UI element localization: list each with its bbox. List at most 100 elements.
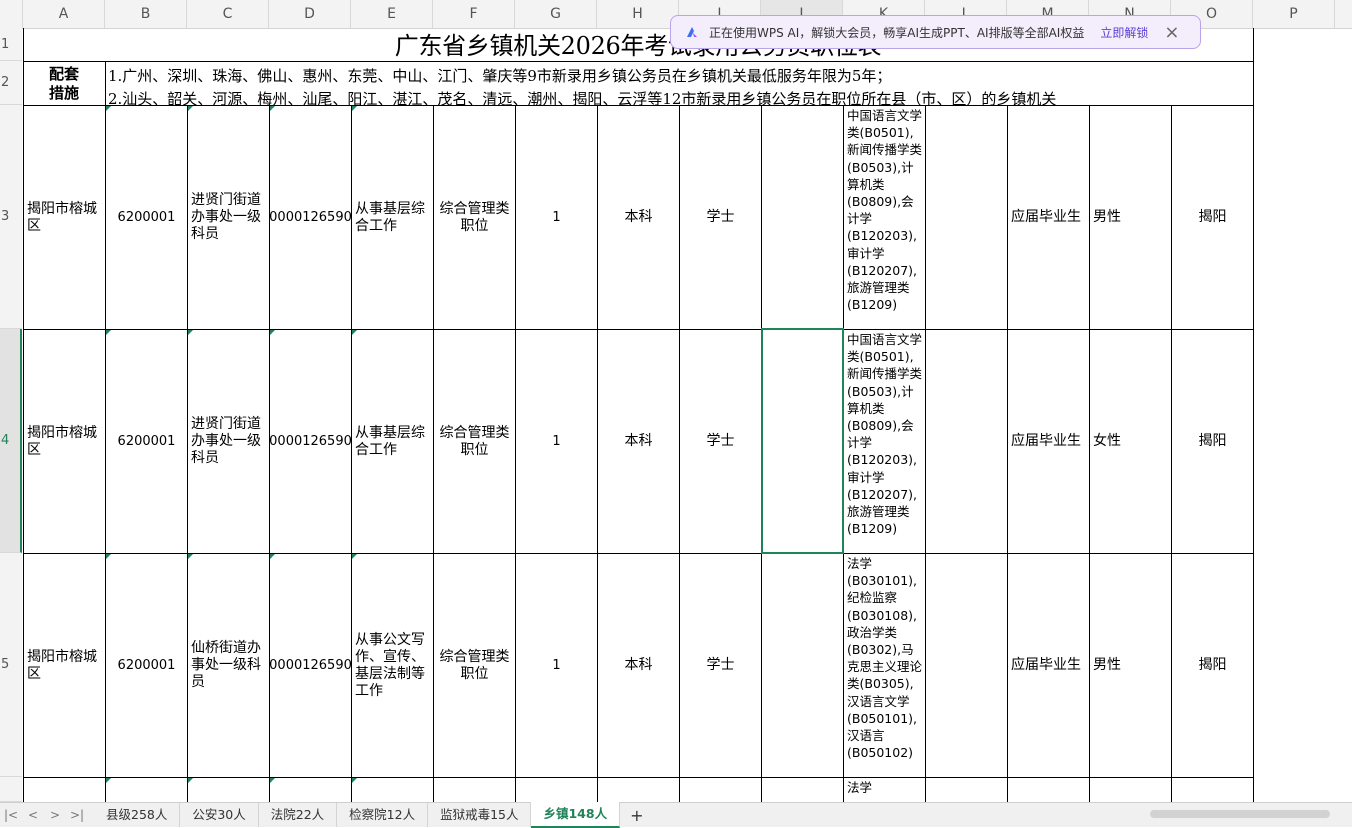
row-header-1[interactable]: 1 [0,28,22,61]
grid-line [23,61,1253,62]
number-as-text-indicator [106,554,111,559]
add-sheet-icon[interactable]: + [620,806,653,825]
cell-l5[interactable] [926,554,1007,777]
cell-e3[interactable]: 从事基层综合工作 [352,106,433,329]
cell-f3[interactable]: 综合管理类职位 [434,106,515,329]
column-header-g[interactable]: G [515,0,597,28]
tab-prison[interactable]: 监狱戒毒15人 [428,803,532,827]
number-as-text-indicator [188,106,193,111]
cell-h3[interactable]: 本科 [598,106,679,329]
number-as-text-indicator [352,554,357,559]
number-as-text-indicator [106,778,111,783]
last-sheet-icon[interactable]: >| [66,808,88,822]
unlock-link[interactable]: 立即解锁 [1100,24,1148,41]
cell-n4[interactable]: 女性 [1090,330,1171,553]
cell-e4[interactable]: 从事基层综合工作 [352,330,433,553]
cell-m4[interactable]: 应届毕业生 [1008,330,1089,553]
cell-g3[interactable]: 1 [516,106,597,329]
column-header-d[interactable]: D [269,0,351,28]
column-header-f[interactable]: F [433,0,515,28]
cell-b4[interactable]: 6200001 [106,330,187,553]
number-as-text-indicator [106,106,111,111]
number-as-text-indicator [270,554,275,559]
cell-j5[interactable] [762,554,843,777]
tab-court[interactable]: 法院22人 [259,803,338,827]
cell-a4[interactable]: 揭阳市榕城区 [24,330,105,553]
cell-f5[interactable]: 综合管理类职位 [434,554,515,777]
cell-o5[interactable]: 揭阳 [1172,554,1253,777]
cell-f4[interactable]: 综合管理类职位 [434,330,515,553]
measures-label[interactable]: 配套 措施 [24,64,104,104]
cell-d3[interactable]: 62000012659001 [270,106,351,329]
wps-ai-banner: 正在使用WPS AI，解锁大会员，畅享AI生成PPT、AI排版等全部AI权益 立… [670,15,1201,49]
cell-j3[interactable] [762,106,843,329]
column-header-a[interactable]: A [23,0,105,28]
cell-d5[interactable]: 62000012659003 [270,554,351,777]
cell-m3[interactable]: 应届毕业生 [1008,106,1089,329]
measures-label-line2: 措施 [48,84,79,102]
cell-c3[interactable]: 进贤门街道办事处一级科员 [188,106,269,329]
column-header-c[interactable]: C [187,0,269,28]
column-header-p[interactable]: P [1253,0,1335,28]
cell-i4[interactable]: 学士 [680,330,761,553]
cell-e5[interactable]: 从事公文写作、宣传、基层法制等工作 [352,554,433,777]
number-as-text-indicator [188,554,193,559]
measures-label-line1: 配套 [48,65,79,83]
cell-c5[interactable]: 仙桥街道办事处一级科员 [188,554,269,777]
column-header-h[interactable]: H [597,0,679,28]
cell-k4[interactable]: 中国语言文学类(B0501),新闻传播学类(B0503),计算机类(B0809)… [844,330,925,553]
number-as-text-indicator [188,330,193,335]
tab-procuratorate[interactable]: 检察院12人 [337,803,429,827]
grid-line [23,777,1253,778]
number-as-text-indicator [270,106,275,111]
cell-n3[interactable]: 男性 [1090,106,1171,329]
first-sheet-icon[interactable]: |< [0,808,22,822]
row-header-3[interactable]: 3 [0,105,22,329]
measures-line-2[interactable]: 2.汕头、韶关、河源、梅州、汕尾、阳江、湛江、茂名、清远、潮州、揭阳、云浮等12… [108,88,1248,105]
column-header-b[interactable]: B [105,0,187,28]
number-as-text-indicator [352,106,357,111]
selected-cell-J4[interactable] [761,328,844,554]
cell-g4[interactable]: 1 [516,330,597,553]
prev-sheet-icon[interactable]: < [22,808,44,822]
cell-l4[interactable] [926,330,1007,553]
measures-line-1[interactable]: 1.广州、深圳、珠海、佛山、惠州、东莞、中山、江门、肇庆等9市新录用乡镇公务员在… [108,65,1248,86]
cell-a5[interactable]: 揭阳市榕城区 [24,554,105,777]
cell-l3[interactable] [926,106,1007,329]
wps-ai-logo-icon [687,27,697,37]
cell-b3[interactable]: 6200001 [106,106,187,329]
cell-k3[interactable]: 中国语言文学类(B0501),新闻传播学类(B0503),计算机类(B0809)… [844,106,925,329]
cell-c4[interactable]: 进贤门街道办事处一级科员 [188,330,269,553]
cell-n5[interactable]: 男性 [1090,554,1171,777]
cell-g5[interactable]: 1 [516,554,597,777]
row-header-2[interactable]: 2 [0,61,22,105]
cell-k5[interactable]: 法学(B030101),纪检监察(B030108),政治学类(B0302),马克… [844,554,925,777]
cell-o4[interactable]: 揭阳 [1172,330,1253,553]
cell-d4[interactable]: 62000012659002 [270,330,351,553]
cell-h4[interactable]: 本科 [598,330,679,553]
tab-township[interactable]: 乡镇148人 [531,802,621,828]
tab-county[interactable]: 县级258人 [94,803,181,827]
select-all-corner[interactable] [0,0,23,28]
next-sheet-icon[interactable]: > [44,808,66,822]
cell-i5[interactable]: 学士 [680,554,761,777]
tab-police[interactable]: 公安30人 [180,803,259,827]
number-as-text-indicator [106,330,111,335]
cell-b5[interactable]: 6200001 [106,554,187,777]
grid-line [105,61,106,105]
cell-o3[interactable]: 揭阳 [1172,106,1253,329]
horizontal-scrollbar[interactable] [1120,809,1350,819]
close-icon[interactable]: × [1164,22,1179,43]
grid-line [1253,28,1254,802]
column-header-e[interactable]: E [351,0,433,28]
cell-k6[interactable]: 法学 [844,778,925,802]
cell-h5[interactable]: 本科 [598,554,679,777]
row-header-6[interactable] [0,777,22,802]
cell-a3[interactable]: 揭阳市榕城区 [24,106,105,329]
number-as-text-indicator [270,330,275,335]
scrollbar-thumb[interactable] [1150,810,1330,818]
row-header-5[interactable]: 5 [0,553,22,777]
row-header-4[interactable]: 4 [0,329,22,553]
cell-m5[interactable]: 应届毕业生 [1008,554,1089,777]
cell-i3[interactable]: 学士 [680,106,761,329]
